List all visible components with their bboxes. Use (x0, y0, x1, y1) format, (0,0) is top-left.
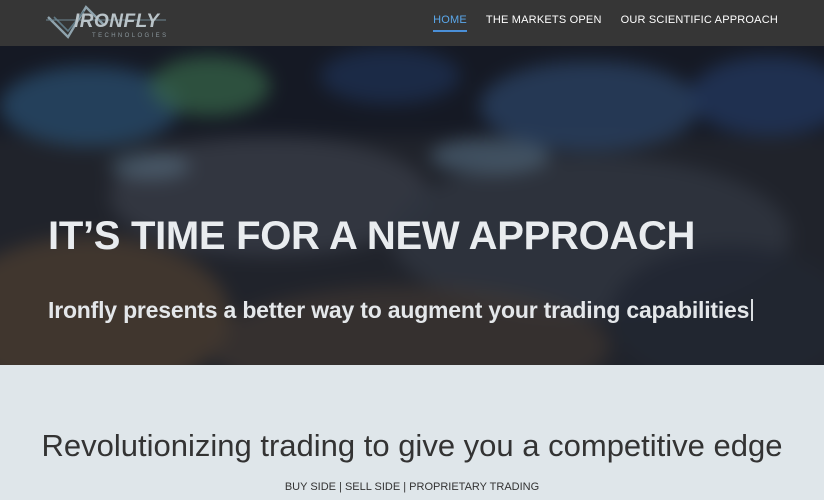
nav-the-markets-open[interactable]: THE MARKETS OPEN (486, 14, 602, 32)
nav-home[interactable]: HOME (433, 14, 467, 32)
hero-banner: IT’S TIME FOR A NEW APPROACH Ironfly pre… (0, 46, 824, 365)
section-heading: Revolutionizing trading to give you a co… (41, 428, 783, 463)
hero-subtitle: Ironfly presents a better way to augment… (48, 297, 754, 324)
hero-title: IT’S TIME FOR A NEW APPROACH (48, 214, 696, 258)
typing-cursor (751, 299, 754, 321)
logo-wordmark: IRONFLY (74, 11, 160, 32)
main-nav: HOME THE MARKETS OPEN OUR SCIENTIFIC APP… (433, 14, 778, 32)
intro-section: Revolutionizing trading to give you a co… (0, 365, 824, 500)
top-navbar: IRONFLY TECHNOLOGIES HOME THE MARKETS OP… (0, 0, 824, 46)
section-tags: BUY SIDE | SELL SIDE | PROPRIETARY TRADI… (284, 481, 540, 493)
hero-subtitle-text: Ironfly presents a better way to augment… (48, 297, 750, 323)
ironfly-logo[interactable]: IRONFLY TECHNOLOGIES (46, 3, 170, 41)
nav-our-scientific-approach[interactable]: OUR SCIENTIFIC APPROACH (621, 14, 778, 32)
logo-tagline: TECHNOLOGIES (92, 33, 169, 39)
